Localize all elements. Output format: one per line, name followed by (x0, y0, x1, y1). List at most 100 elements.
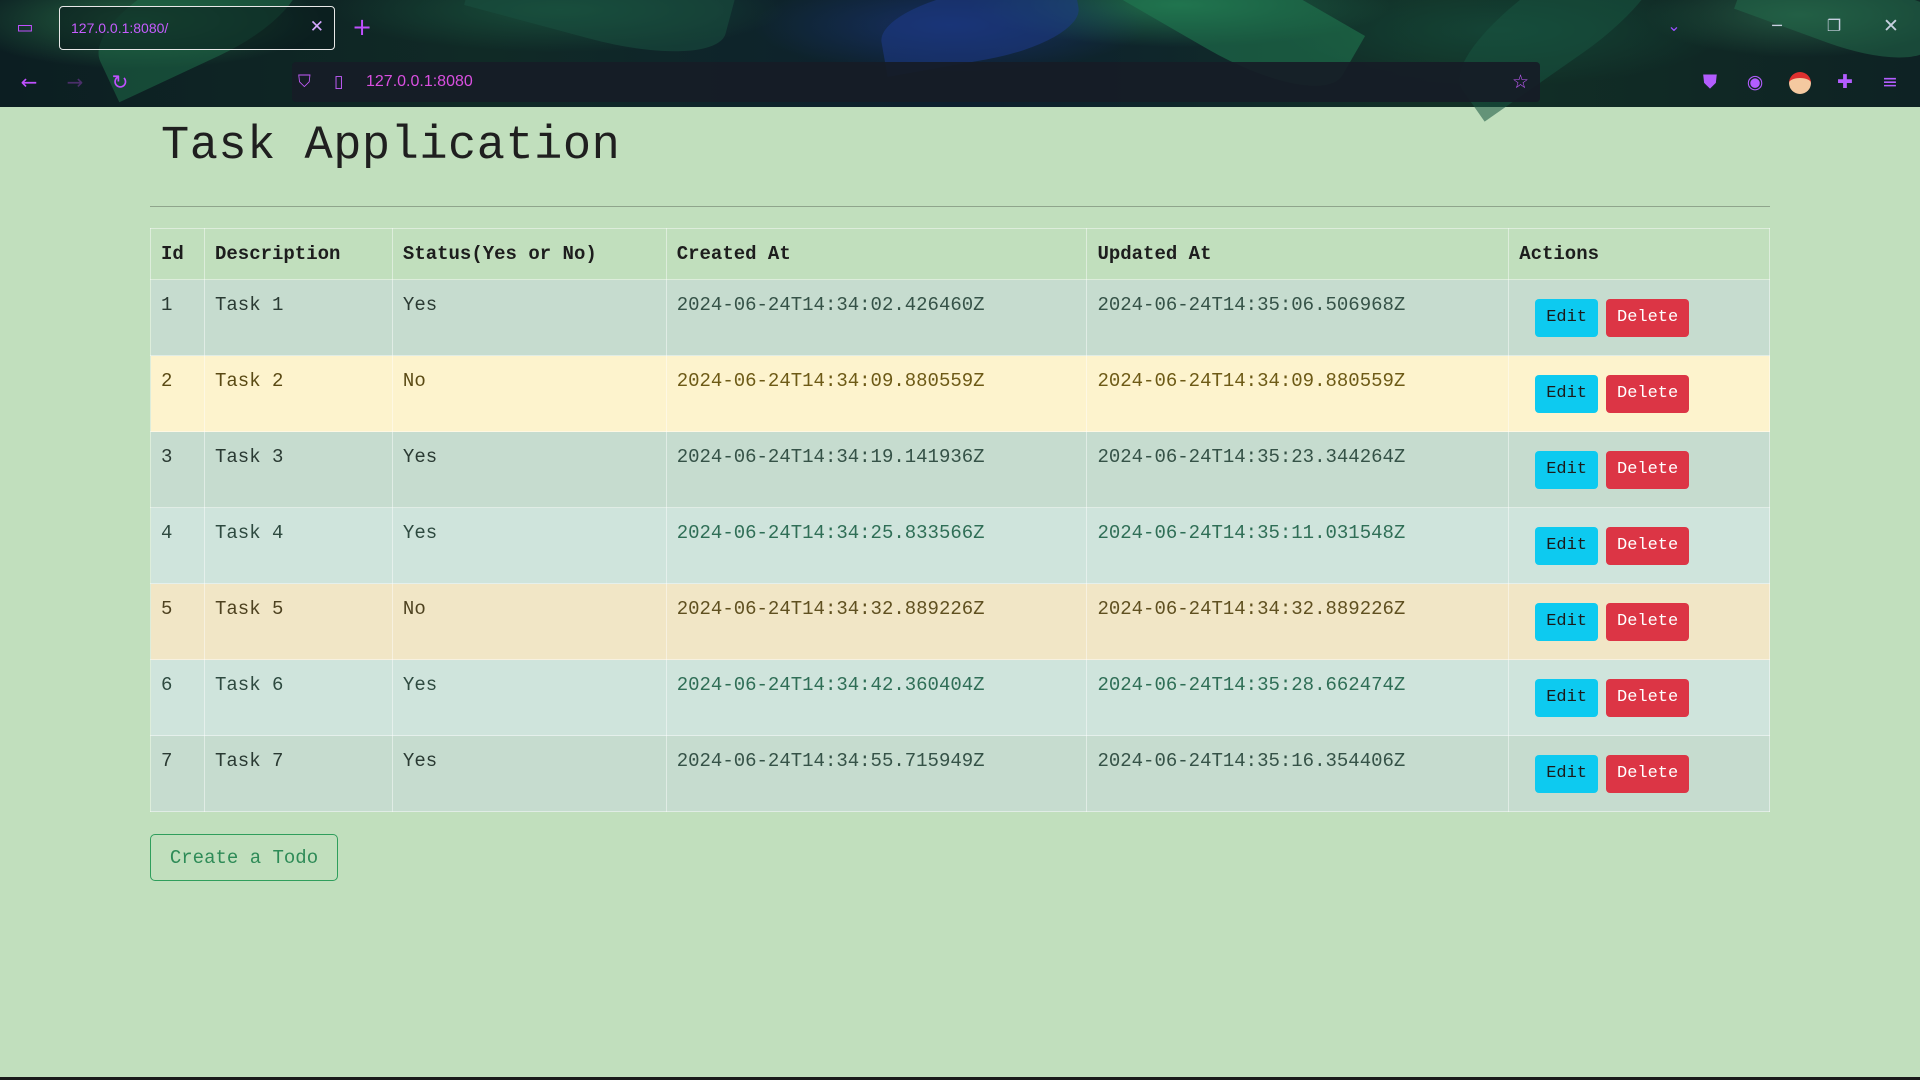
cell-status: No (391, 355, 667, 432)
cell-actions: Edit Delete (1508, 735, 1770, 812)
navigation-toolbar: ← → ↻ ⛉ ▯ 127.0.0.1:8080 ☆ ⛊ ◉ ✚ ≡ (0, 56, 1920, 107)
cell-actions: Edit Delete (1508, 659, 1770, 736)
star-icon[interactable]: ☆ (1512, 72, 1529, 92)
url-text: 127.0.0.1:8080 (366, 73, 473, 90)
page-icon[interactable]: ▯ (334, 72, 343, 92)
cell-created-at: 2024-06-24T14:34:32.889226Z (665, 583, 1088, 660)
edit-button[interactable]: Edit (1535, 375, 1598, 413)
cell-updated-at: 2024-06-24T14:35:11.031548Z (1086, 507, 1510, 584)
cell-description: Task 1 (203, 279, 393, 356)
account-icon[interactable]: ◉ (1741, 68, 1769, 96)
cell-id: 7 (150, 735, 205, 812)
cell-id: 1 (150, 279, 205, 356)
cell-actions: Edit Delete (1508, 583, 1770, 660)
delete-button[interactable]: Delete (1606, 755, 1690, 793)
table-row: 5 Task 5 No 2024-06-24T14:34:32.889226Z … (150, 583, 1770, 660)
tasks-table-container: Id Description Status(Yes or No) Created… (150, 228, 1770, 812)
back-arrow-icon[interactable]: ← (15, 68, 43, 96)
tab-bar: ▭ 127.0.0.1:8080/ ✕ + ⌄ ─ ❐ ✕ (0, 0, 1920, 56)
create-todo-button[interactable]: Create a Todo (150, 834, 338, 881)
divider (150, 206, 1770, 207)
edit-button[interactable]: Edit (1535, 755, 1598, 793)
delete-button[interactable]: Delete (1606, 451, 1690, 489)
page-title: Task Application (161, 120, 621, 173)
cell-created-at: 2024-06-24T14:34:19.141936Z (665, 431, 1088, 508)
close-icon[interactable]: ✕ (310, 17, 324, 37)
cell-description: Task 6 (203, 659, 393, 736)
edit-button[interactable]: Edit (1535, 679, 1598, 717)
plus-icon[interactable]: + (352, 14, 372, 40)
cell-created-at: 2024-06-24T14:34:09.880559Z (665, 355, 1088, 432)
cell-status: No (391, 583, 667, 660)
cell-description: Task 4 (203, 507, 393, 584)
header-updated-at: Updated At (1086, 228, 1510, 280)
puzzle-icon[interactable]: ✚ (1831, 68, 1859, 96)
cell-status: Yes (391, 659, 667, 736)
cell-created-at: 2024-06-24T14:34:55.715949Z (665, 735, 1088, 812)
cell-id: 3 (150, 431, 205, 508)
edit-button[interactable]: Edit (1535, 603, 1598, 641)
cell-updated-at: 2024-06-24T14:34:32.889226Z (1086, 583, 1510, 660)
edit-button[interactable]: Edit (1535, 299, 1598, 337)
cell-created-at: 2024-06-24T14:34:25.833566Z (665, 507, 1088, 584)
restore-icon[interactable]: ❐ (1822, 14, 1846, 38)
cell-created-at: 2024-06-24T14:34:02.426460Z (665, 279, 1088, 356)
delete-button[interactable]: Delete (1606, 527, 1690, 565)
hamburger-menu-icon[interactable]: ≡ (1876, 68, 1904, 96)
delete-button[interactable]: Delete (1606, 375, 1690, 413)
browser-chrome: ▭ 127.0.0.1:8080/ ✕ + ⌄ ─ ❐ ✕ ← → ↻ ⛉ ▯ … (0, 0, 1920, 122)
reload-icon[interactable]: ↻ (106, 68, 134, 96)
cell-id: 4 (150, 507, 205, 584)
cell-updated-at: 2024-06-24T14:35:06.506968Z (1086, 279, 1510, 356)
cell-status: Yes (391, 431, 667, 508)
table-row: 1 Task 1 Yes 2024-06-24T14:34:02.426460Z… (150, 279, 1770, 356)
table-row: 6 Task 6 Yes 2024-06-24T14:34:42.360404Z… (150, 659, 1770, 736)
tab-list-icon[interactable]: ▭ (14, 17, 36, 39)
cell-updated-at: 2024-06-24T14:34:09.880559Z (1086, 355, 1510, 432)
delete-button[interactable]: Delete (1606, 603, 1690, 641)
cell-updated-at: 2024-06-24T14:35:23.344264Z (1086, 431, 1510, 508)
delete-button[interactable]: Delete (1606, 679, 1690, 717)
header-actions: Actions (1508, 228, 1770, 280)
cell-id: 6 (150, 659, 205, 736)
header-created-at: Created At (665, 228, 1088, 280)
cell-actions: Edit Delete (1508, 355, 1770, 432)
cell-actions: Edit Delete (1508, 507, 1770, 584)
edit-button[interactable]: Edit (1535, 527, 1598, 565)
cell-description: Task 7 (203, 735, 393, 812)
tasks-table: Id Description Status(Yes or No) Created… (150, 228, 1770, 812)
chevron-down-icon[interactable]: ⌄ (1662, 14, 1686, 38)
cell-updated-at: 2024-06-24T14:35:28.662474Z (1086, 659, 1510, 736)
cell-description: Task 3 (203, 431, 393, 508)
table-row: 4 Task 4 Yes 2024-06-24T14:34:25.833566Z… (150, 507, 1770, 584)
cell-updated-at: 2024-06-24T14:35:16.354406Z (1086, 735, 1510, 812)
cell-actions: Edit Delete (1508, 431, 1770, 508)
cell-created-at: 2024-06-24T14:34:42.360404Z (665, 659, 1088, 736)
cell-description: Task 5 (203, 583, 393, 660)
cell-status: Yes (391, 507, 667, 584)
pocket-icon[interactable]: ⛊ (1696, 68, 1724, 96)
cell-status: Yes (391, 279, 667, 356)
table-row: 3 Task 3 Yes 2024-06-24T14:34:19.141936Z… (150, 431, 1770, 508)
cell-description: Task 2 (203, 355, 393, 432)
extension-avatar-icon[interactable] (1786, 68, 1814, 96)
shield-icon[interactable]: ⛉ (298, 72, 311, 92)
tab-title: 127.0.0.1:8080/ (71, 20, 169, 36)
table-row: 7 Task 7 Yes 2024-06-24T14:34:55.715949Z… (150, 735, 1770, 812)
close-window-icon[interactable]: ✕ (1879, 14, 1903, 38)
delete-button[interactable]: Delete (1606, 299, 1690, 337)
header-status: Status(Yes or No) (391, 228, 667, 280)
cell-status: Yes (391, 735, 667, 812)
cell-id: 5 (150, 583, 205, 660)
table-header-row: Id Description Status(Yes or No) Created… (150, 228, 1770, 280)
header-id: Id (150, 228, 205, 280)
address-bar[interactable]: ⛉ ▯ 127.0.0.1:8080 ☆ (292, 62, 1540, 102)
edit-button[interactable]: Edit (1535, 451, 1598, 489)
browser-tab[interactable]: 127.0.0.1:8080/ ✕ (59, 6, 335, 50)
table-row: 2 Task 2 No 2024-06-24T14:34:09.880559Z … (150, 355, 1770, 432)
cell-id: 2 (150, 355, 205, 432)
header-description: Description (203, 228, 393, 280)
cell-actions: Edit Delete (1508, 279, 1770, 356)
minimize-icon[interactable]: ─ (1765, 14, 1789, 38)
forward-arrow-icon[interactable]: → (61, 68, 89, 96)
